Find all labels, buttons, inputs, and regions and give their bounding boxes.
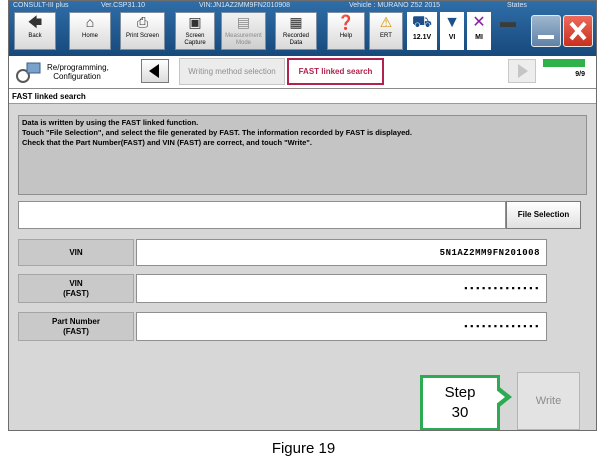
- right-arrow-icon: [518, 64, 528, 78]
- vin-label: VIN: [18, 239, 134, 266]
- signal-icon: ▼: [444, 14, 460, 31]
- step-fast-linked-search[interactable]: FAST linked search: [287, 58, 384, 85]
- part-number-fast-value: ▪▪▪▪▪▪▪▪▪▪▪▪▪: [136, 312, 547, 341]
- close-icon: [569, 21, 587, 41]
- meter-icon: ▤: [236, 14, 251, 30]
- help-button[interactable]: ❓ Help: [327, 12, 365, 50]
- message-line: Data is written by using the FAST linked…: [22, 118, 199, 127]
- header-states: States: [507, 2, 527, 9]
- vi-status: ▼ VI: [440, 12, 464, 50]
- battery-status: ⛟ 12.1V: [407, 12, 437, 50]
- write-button[interactable]: Write: [517, 372, 580, 430]
- disconnected-icon: ✕: [472, 14, 486, 31]
- home-button[interactable]: ⌂ Home: [69, 12, 111, 50]
- back-button[interactable]: 🡄 Back: [14, 12, 56, 50]
- vin-fast-label: VIN (FAST): [18, 274, 134, 303]
- ert-button[interactable]: ⚠ ERT: [369, 12, 403, 50]
- camera-icon: ▣: [188, 14, 202, 30]
- progress-fill: [543, 59, 585, 67]
- vin-fast-value: ▪▪▪▪▪▪▪▪▪▪▪▪▪: [136, 274, 547, 303]
- page-title: FAST linked search: [9, 89, 596, 104]
- header-strip: CONSULT-III plus Ver.CSP31.10 VIN:JN1AZ2…: [9, 1, 596, 11]
- progress-text: 9/9: [575, 71, 585, 78]
- part-number-fast-label: Part Number (FAST): [18, 312, 134, 341]
- header-vin: VIN:JN1AZ2MM9FN2010908: [199, 2, 291, 9]
- step-writing-method[interactable]: Writing method selection: [179, 58, 285, 85]
- printer-icon: ⎙: [136, 14, 149, 30]
- minimize-button[interactable]: [531, 15, 561, 47]
- message-line: Check that the Part Number(FAST) and VIN…: [22, 138, 312, 147]
- recorded-data-icon: ▦: [289, 14, 303, 30]
- consult-window: CONSULT-III plus Ver.CSP31.10 VIN:JN1AZ2…: [8, 0, 597, 431]
- header-vehicle: Vehicle : MURANO Z52 2015: [349, 2, 441, 9]
- device-status: ▬: [495, 12, 521, 50]
- instruction-message: Data is written by using the FAST linked…: [18, 115, 587, 195]
- file-selection-button[interactable]: File Selection: [506, 201, 581, 229]
- recorded-data-button[interactable]: ▦ Recorded Data: [275, 12, 317, 50]
- progress-indicator: 9/9: [543, 59, 585, 83]
- vin-value: 5N1AZ2MM9FN201008: [136, 239, 547, 266]
- previous-step-button[interactable]: [141, 59, 169, 83]
- measurement-mode-button[interactable]: ▤ Measurement Mode: [221, 12, 266, 50]
- car-icon: ⛟: [411, 14, 433, 31]
- step-callout: Step 30: [420, 375, 500, 430]
- device-icon: ▬: [500, 14, 516, 31]
- home-icon: ⌂: [85, 14, 95, 30]
- back-arrow-icon: 🡄: [27, 14, 43, 30]
- file-path-field: [18, 201, 506, 229]
- reprogramming-icon: [15, 60, 43, 84]
- mi-status: ✕ MI: [467, 12, 491, 50]
- message-line: Touch "File Selection", and select the f…: [22, 128, 412, 137]
- app-version: Ver.CSP31.10: [101, 2, 145, 9]
- help-icon: ❓: [337, 14, 355, 30]
- top-toolbar: CONSULT-III plus Ver.CSP31.10 VIN:JN1AZ2…: [9, 1, 596, 56]
- close-button[interactable]: [563, 15, 593, 47]
- app-name: CONSULT-III plus: [13, 2, 69, 9]
- print-screen-button[interactable]: ⎙ Print Screen: [120, 12, 165, 50]
- left-arrow-icon: [149, 64, 159, 78]
- screen-capture-button[interactable]: ▣ Screen Capture: [175, 12, 215, 50]
- minimize-icon: [538, 35, 554, 39]
- warning-icon: ⚠: [379, 14, 393, 30]
- figure-caption: Figure 19: [271, 440, 336, 457]
- breadcrumb-reprogramming[interactable]: Re/programming, Configuration: [47, 63, 109, 81]
- next-step-button[interactable]: [508, 59, 536, 83]
- navigation-row: Re/programming, Configuration Writing me…: [9, 56, 596, 89]
